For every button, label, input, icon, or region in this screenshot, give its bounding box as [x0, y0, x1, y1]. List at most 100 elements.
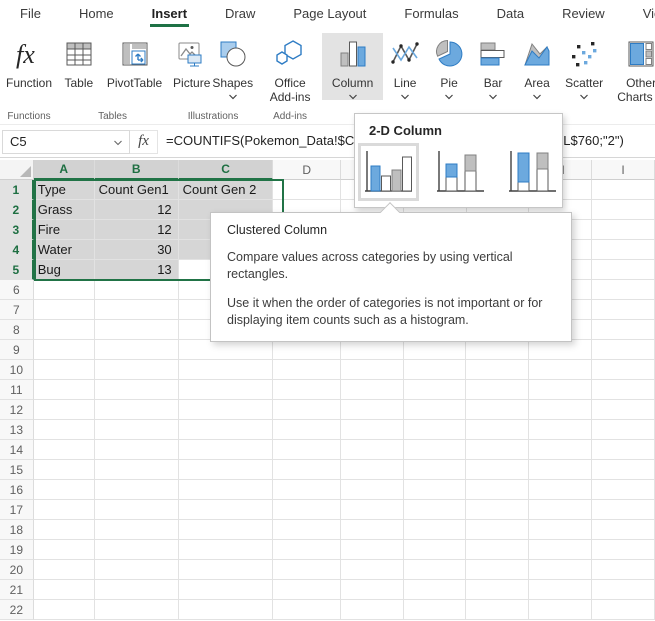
cell-A16[interactable]: [34, 480, 95, 500]
pivottable-button[interactable]: PivotTable: [101, 33, 168, 90]
cell-I18[interactable]: [592, 520, 655, 540]
cell-F17[interactable]: [404, 500, 467, 520]
cell-I6[interactable]: [592, 280, 655, 300]
cell-D22[interactable]: [273, 600, 341, 620]
function-button[interactable]: fx Function: [0, 33, 58, 90]
cell-H9[interactable]: [529, 340, 592, 360]
cell-D12[interactable]: [273, 400, 341, 420]
cell-A1[interactable]: Type: [34, 180, 95, 200]
cell-I5[interactable]: [592, 260, 655, 280]
cell-F11[interactable]: [404, 380, 467, 400]
cell-H10[interactable]: [529, 360, 592, 380]
cell-I12[interactable]: [592, 400, 655, 420]
cell-I16[interactable]: [592, 480, 655, 500]
area-chart-button[interactable]: Area: [515, 33, 559, 100]
cell-B3[interactable]: 12: [95, 220, 179, 240]
cell-B6[interactable]: [95, 280, 179, 300]
cell-G10[interactable]: [466, 360, 529, 380]
cell-H22[interactable]: [529, 600, 592, 620]
tab-page-layout[interactable]: Page Layout: [291, 1, 368, 27]
row-header-14[interactable]: 14: [0, 440, 34, 460]
cell-A4[interactable]: Water: [34, 240, 95, 260]
cell-I4[interactable]: [592, 240, 655, 260]
formula-input[interactable]: =COUNTIFS(Pokemon_Data!$C$: [166, 133, 361, 148]
cell-F20[interactable]: [404, 560, 467, 580]
stacked-column-option[interactable]: [430, 143, 491, 201]
cell-A18[interactable]: [34, 520, 95, 540]
cell-B16[interactable]: [95, 480, 179, 500]
cell-F14[interactable]: [404, 440, 467, 460]
cell-E22[interactable]: [341, 600, 404, 620]
cell-G18[interactable]: [466, 520, 529, 540]
cell-I8[interactable]: [592, 320, 655, 340]
cell-C20[interactable]: [179, 560, 274, 580]
cell-I15[interactable]: [592, 460, 655, 480]
cell-D10[interactable]: [273, 360, 341, 380]
cell-B9[interactable]: [95, 340, 179, 360]
cell-E15[interactable]: [341, 460, 404, 480]
clustered-column-option[interactable]: [358, 143, 419, 201]
cell-F16[interactable]: [404, 480, 467, 500]
cell-I22[interactable]: [592, 600, 655, 620]
cell-I9[interactable]: [592, 340, 655, 360]
cell-H15[interactable]: [529, 460, 592, 480]
row-header-15[interactable]: 15: [0, 460, 34, 480]
name-box-chevron-icon[interactable]: [113, 140, 123, 146]
cell-A2[interactable]: Grass: [34, 200, 95, 220]
row-header-13[interactable]: 13: [0, 420, 34, 440]
cell-H13[interactable]: [529, 420, 592, 440]
cell-A10[interactable]: [34, 360, 95, 380]
cell-A6[interactable]: [34, 280, 95, 300]
row-header-6[interactable]: 6: [0, 280, 34, 300]
row-header-12[interactable]: 12: [0, 400, 34, 420]
cell-E10[interactable]: [341, 360, 404, 380]
row-header-20[interactable]: 20: [0, 560, 34, 580]
cell-I17[interactable]: [592, 500, 655, 520]
col-header-C[interactable]: C: [179, 160, 274, 180]
cell-D16[interactable]: [273, 480, 341, 500]
cell-A17[interactable]: [34, 500, 95, 520]
pie-chart-button[interactable]: Pie: [427, 33, 471, 100]
line-chart-button[interactable]: Line: [383, 33, 427, 100]
cell-B18[interactable]: [95, 520, 179, 540]
cell-E17[interactable]: [341, 500, 404, 520]
cell-C11[interactable]: [179, 380, 274, 400]
cell-B7[interactable]: [95, 300, 179, 320]
cell-E9[interactable]: [341, 340, 404, 360]
insert-function-button[interactable]: fx: [130, 130, 158, 154]
cell-G12[interactable]: [466, 400, 529, 420]
cell-H18[interactable]: [529, 520, 592, 540]
cell-B8[interactable]: [95, 320, 179, 340]
cell-I3[interactable]: [592, 220, 655, 240]
cell-B19[interactable]: [95, 540, 179, 560]
cell-C21[interactable]: [179, 580, 274, 600]
cell-G19[interactable]: [466, 540, 529, 560]
cell-B20[interactable]: [95, 560, 179, 580]
cell-C17[interactable]: [179, 500, 274, 520]
cell-B14[interactable]: [95, 440, 179, 460]
tab-draw[interactable]: Draw: [223, 1, 257, 27]
cell-B10[interactable]: [95, 360, 179, 380]
col-header-I[interactable]: I: [592, 160, 655, 180]
tab-data[interactable]: Data: [495, 1, 526, 27]
cell-C12[interactable]: [179, 400, 274, 420]
cell-G11[interactable]: [466, 380, 529, 400]
scatter-chart-button[interactable]: Scatter: [559, 33, 609, 100]
other-charts-button[interactable]: Other Charts: [609, 33, 655, 104]
cell-C1[interactable]: Count Gen 2: [179, 180, 274, 200]
cell-I13[interactable]: [592, 420, 655, 440]
cell-E18[interactable]: [341, 520, 404, 540]
row-header-18[interactable]: 18: [0, 520, 34, 540]
cell-H17[interactable]: [529, 500, 592, 520]
tab-formulas[interactable]: Formulas: [402, 1, 460, 27]
chevron-down-icon[interactable]: [532, 94, 542, 100]
cell-A21[interactable]: [34, 580, 95, 600]
cell-A7[interactable]: [34, 300, 95, 320]
cell-G21[interactable]: [466, 580, 529, 600]
cell-B1[interactable]: Count Gen1: [95, 180, 179, 200]
row-header-3[interactable]: 3: [0, 220, 34, 240]
row-header-1[interactable]: 1: [0, 180, 34, 200]
chevron-down-icon[interactable]: [488, 94, 498, 100]
cell-A11[interactable]: [34, 380, 95, 400]
row-header-7[interactable]: 7: [0, 300, 34, 320]
